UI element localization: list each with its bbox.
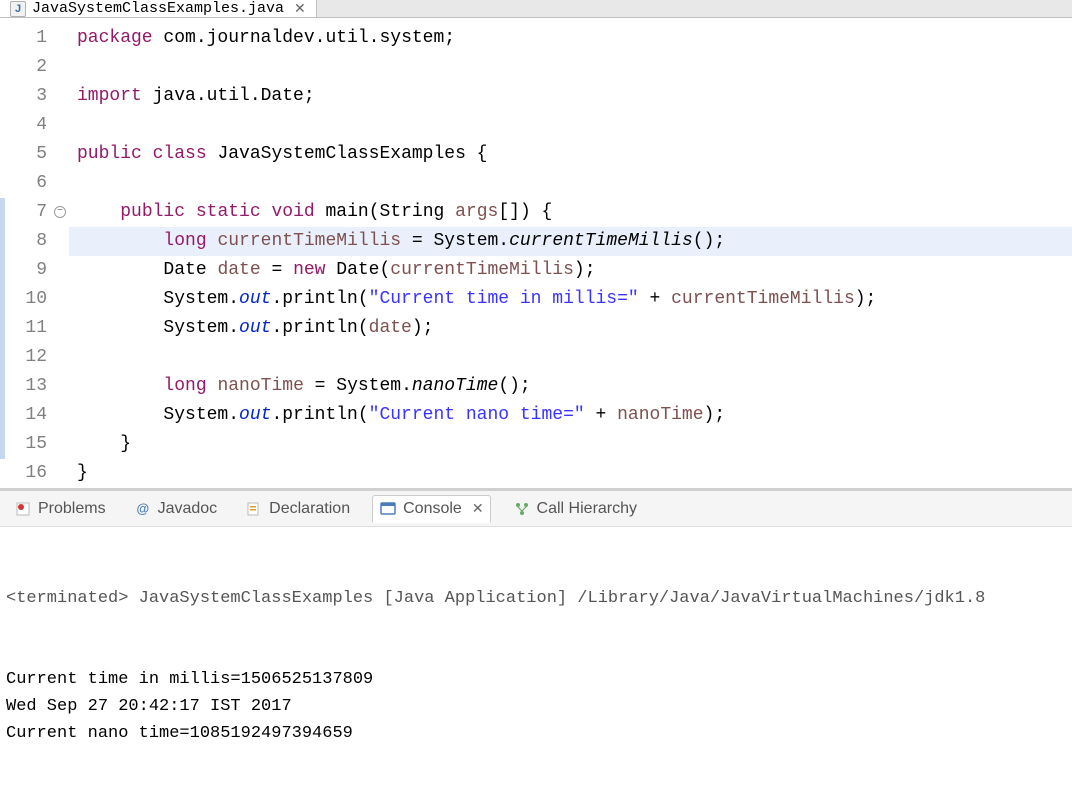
line-number: 6 (5, 169, 47, 198)
line-number: 9 (5, 256, 47, 285)
javadoc-icon: @ (134, 500, 152, 518)
line-number: 5 (5, 140, 47, 169)
problems-icon (14, 500, 32, 518)
line-number: 7 (5, 198, 47, 227)
console-icon (379, 500, 397, 518)
code-line[interactable]: } (69, 459, 1072, 488)
line-number: 15 (5, 430, 47, 459)
bottom-tabs: Problems @ Javadoc Declaration Console ✕… (0, 491, 1072, 527)
close-icon[interactable]: ✕ (294, 0, 306, 17)
code-line[interactable] (69, 53, 1072, 82)
code-line[interactable]: System.out.println(date); (69, 314, 1072, 343)
call-hierarchy-icon (513, 500, 531, 518)
code-line[interactable] (69, 111, 1072, 140)
editor-tab-filename: JavaSystemClassExamples.java (32, 0, 284, 17)
tab-declaration-label: Declaration (269, 500, 350, 518)
line-number: 12 (5, 343, 47, 372)
code-line[interactable] (69, 169, 1072, 198)
code-editor[interactable]: 12345678910111213141516 − package com.jo… (0, 18, 1072, 488)
tab-problems[interactable]: Problems (8, 496, 112, 522)
line-number: 2 (5, 53, 47, 82)
tab-problems-label: Problems (38, 500, 106, 518)
fold-toggle-icon[interactable]: − (54, 206, 66, 218)
tab-declaration[interactable]: Declaration (239, 496, 356, 522)
console-line: Current nano time=1085192497394659 (6, 720, 1066, 747)
line-number: 13 (5, 372, 47, 401)
code-line[interactable]: Date date = new Date(currentTimeMillis); (69, 256, 1072, 285)
code-lines[interactable]: package com.journaldev.util.system; impo… (69, 24, 1072, 488)
tab-javadoc[interactable]: @ Javadoc (128, 496, 224, 522)
code-line[interactable]: public class JavaSystemClassExamples { (69, 140, 1072, 169)
console-run-header: <terminated> JavaSystemClassExamples [Ja… (6, 585, 1066, 612)
java-file-icon: J (10, 1, 26, 17)
code-line[interactable] (69, 343, 1072, 372)
bottom-panel: Problems @ Javadoc Declaration Console ✕… (0, 488, 1072, 805)
line-number: 1 (5, 24, 47, 53)
console-line: Current time in millis=1506525137809 (6, 666, 1066, 693)
console-close-icon[interactable]: ✕ (472, 500, 484, 517)
fold-column: − (55, 24, 69, 488)
code-line[interactable]: long nanoTime = System.nanoTime(); (69, 372, 1072, 401)
code-line[interactable]: System.out.println("Current nano time=" … (69, 401, 1072, 430)
editor-tabs: J JavaSystemClassExamples.java ✕ (0, 0, 1072, 18)
code-line[interactable]: import java.util.Date; (69, 82, 1072, 111)
line-number: 14 (5, 401, 47, 430)
code-line[interactable]: } (69, 430, 1072, 459)
line-gutter: 12345678910111213141516 (5, 24, 55, 488)
code-line[interactable]: public static void main(String args[]) { (69, 198, 1072, 227)
code-line[interactable]: long currentTimeMillis = System.currentT… (69, 227, 1072, 256)
console-output: Current time in millis=1506525137809Wed … (6, 666, 1066, 747)
code-line[interactable]: System.out.println("Current time in mill… (69, 285, 1072, 314)
console-line: Wed Sep 27 20:42:17 IST 2017 (6, 693, 1066, 720)
line-number: 4 (5, 111, 47, 140)
console-body[interactable]: <terminated> JavaSystemClassExamples [Ja… (0, 527, 1072, 805)
line-number: 16 (5, 459, 47, 488)
tab-call-hierarchy[interactable]: Call Hierarchy (507, 496, 643, 522)
line-number: 10 (5, 285, 47, 314)
declaration-icon (245, 500, 263, 518)
line-number: 3 (5, 82, 47, 111)
tab-javadoc-label: Javadoc (158, 500, 218, 518)
tab-call-hierarchy-label: Call Hierarchy (537, 500, 637, 518)
line-number: 8 (5, 227, 47, 256)
editor-tab-active[interactable]: J JavaSystemClassExamples.java ✕ (0, 0, 317, 17)
tab-console-label: Console (403, 500, 462, 518)
code-line[interactable]: package com.journaldev.util.system; (69, 24, 1072, 53)
line-number: 11 (5, 314, 47, 343)
tab-console[interactable]: Console ✕ (372, 495, 490, 523)
